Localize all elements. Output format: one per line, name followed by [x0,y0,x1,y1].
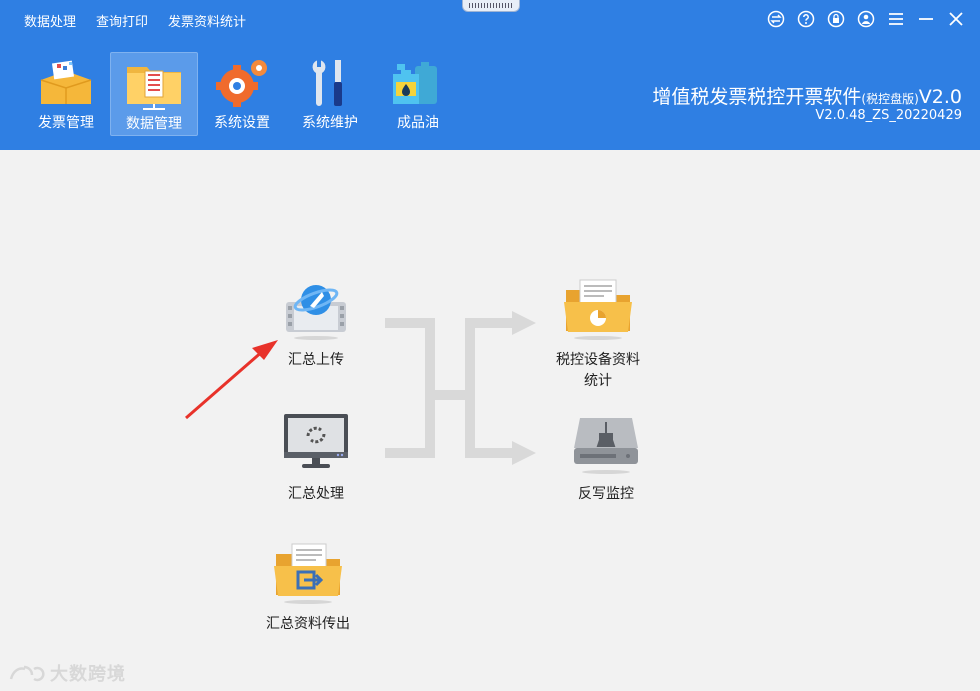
watermark: 大数跨境 [8,660,126,686]
tools-icon [299,56,361,110]
folder-export-icon [272,542,344,606]
process-summary-label: 汇总处理 [288,486,344,502]
write-back-monitor-button[interactable]: 反写监控 [570,412,642,505]
disk-drive-icon [570,412,642,476]
export-summary-button[interactable]: 汇总资料传出 [266,542,350,635]
window-controls [766,9,966,29]
device-stats-label: 税控设备资料 统计 [556,350,640,392]
tool-data-management[interactable]: 数据管理 [110,52,198,136]
data-management-panel: 汇总上传 汇总处理 汇总资料传出 税控设备资料 统计 反写监控 [0,150,980,691]
menu-icon[interactable] [886,9,906,29]
data-folder-icon [123,57,185,111]
monitor-refresh-icon [280,412,352,476]
app-title-main: 增值税发票税控开票软件 [652,86,862,108]
switch-icon[interactable] [766,9,786,29]
main-toolbar: 发票管理 数据管理 系统设置 系统维护 成品油 [22,52,462,136]
annotation-arrow [185,340,278,420]
close-icon[interactable] [946,9,966,29]
invoice-box-icon [35,56,97,110]
tool-label: 系统维护 [302,115,358,131]
tool-label: 成品油 [397,115,439,131]
help-icon[interactable] [796,9,816,29]
app-title-suffix: (税控盘版) [861,92,919,106]
menu-bar: 数据处理 查询打印 发票资料统计 [24,11,246,30]
app-build-version: V2.0.48_ZS_20220429 [815,108,962,123]
device-stats-label-line1: 税控设备资料 [556,352,640,368]
menu-query-print[interactable]: 查询打印 [96,11,148,30]
gear-icon [211,56,273,110]
device-stats-label-line2: 统计 [584,373,612,389]
tool-label: 数据管理 [126,116,182,132]
export-summary-label: 汇总资料传出 [266,616,350,632]
lock-icon[interactable] [826,9,846,29]
process-summary-button[interactable]: 汇总处理 [280,412,352,505]
user-icon[interactable] [856,9,876,29]
menu-data-processing[interactable]: 数据处理 [24,11,76,30]
write-back-monitor-label: 反写监控 [578,486,634,502]
tool-refined-oil[interactable]: 成品油 [374,52,462,136]
minimize-icon[interactable] [916,9,936,29]
app-header: 数据处理 查询打印 发票资料统计 发票管理 数据管理 系统设置 系统维护 成品油… [0,0,980,150]
window-grip[interactable] [462,0,520,12]
oil-can-icon [387,56,449,110]
tool-system-maintenance[interactable]: 系统维护 [286,52,374,136]
tool-system-settings[interactable]: 系统设置 [198,52,286,136]
app-title: 增值税发票税控开票软件(税控盘版)V2.0 [652,82,962,109]
tool-label: 系统设置 [214,115,270,131]
flow-connector-diagram [385,311,536,465]
tool-label: 发票管理 [38,115,94,131]
upload-summary-label: 汇总上传 [288,352,344,368]
menu-invoice-stats[interactable]: 发票资料统计 [168,11,246,30]
upload-browser-icon [280,278,352,342]
app-title-version: V2.0 [918,86,962,108]
tool-invoice-management[interactable]: 发票管理 [22,52,110,136]
watermark-logo-icon [9,665,45,682]
upload-summary-button[interactable]: 汇总上传 [280,278,352,371]
folder-chart-icon [562,278,634,342]
device-stats-button[interactable]: 税控设备资料 统计 [556,278,640,392]
watermark-text: 大数跨境 [50,664,126,685]
